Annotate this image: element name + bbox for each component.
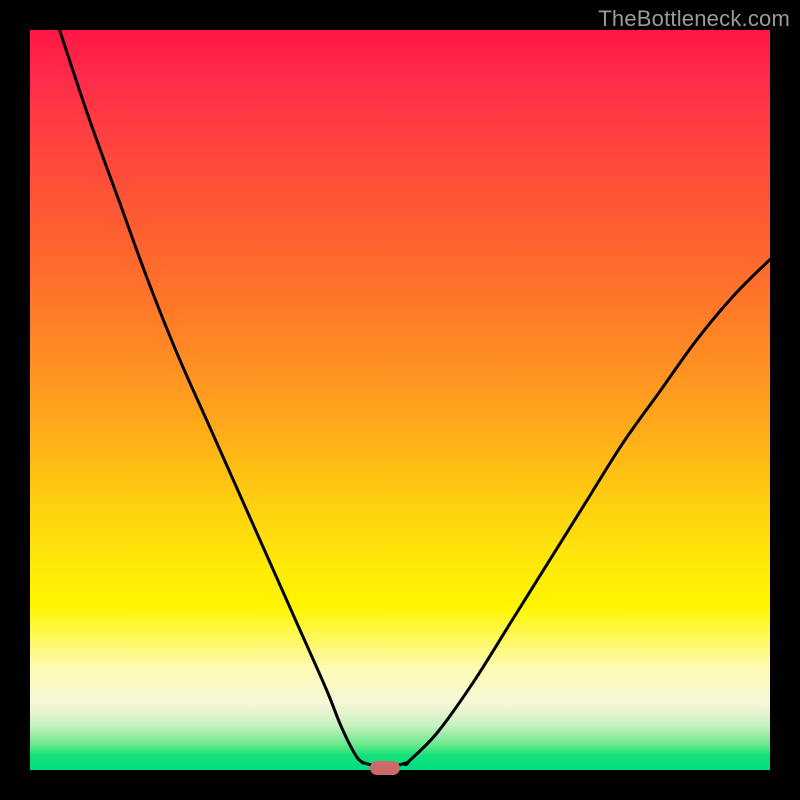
plot-area — [30, 30, 770, 770]
optimum-marker — [370, 761, 400, 775]
bottleneck-curve — [60, 30, 770, 767]
chart-container: TheBottleneck.com — [0, 0, 800, 800]
curve-svg — [30, 30, 770, 770]
watermark-text: TheBottleneck.com — [598, 6, 790, 32]
